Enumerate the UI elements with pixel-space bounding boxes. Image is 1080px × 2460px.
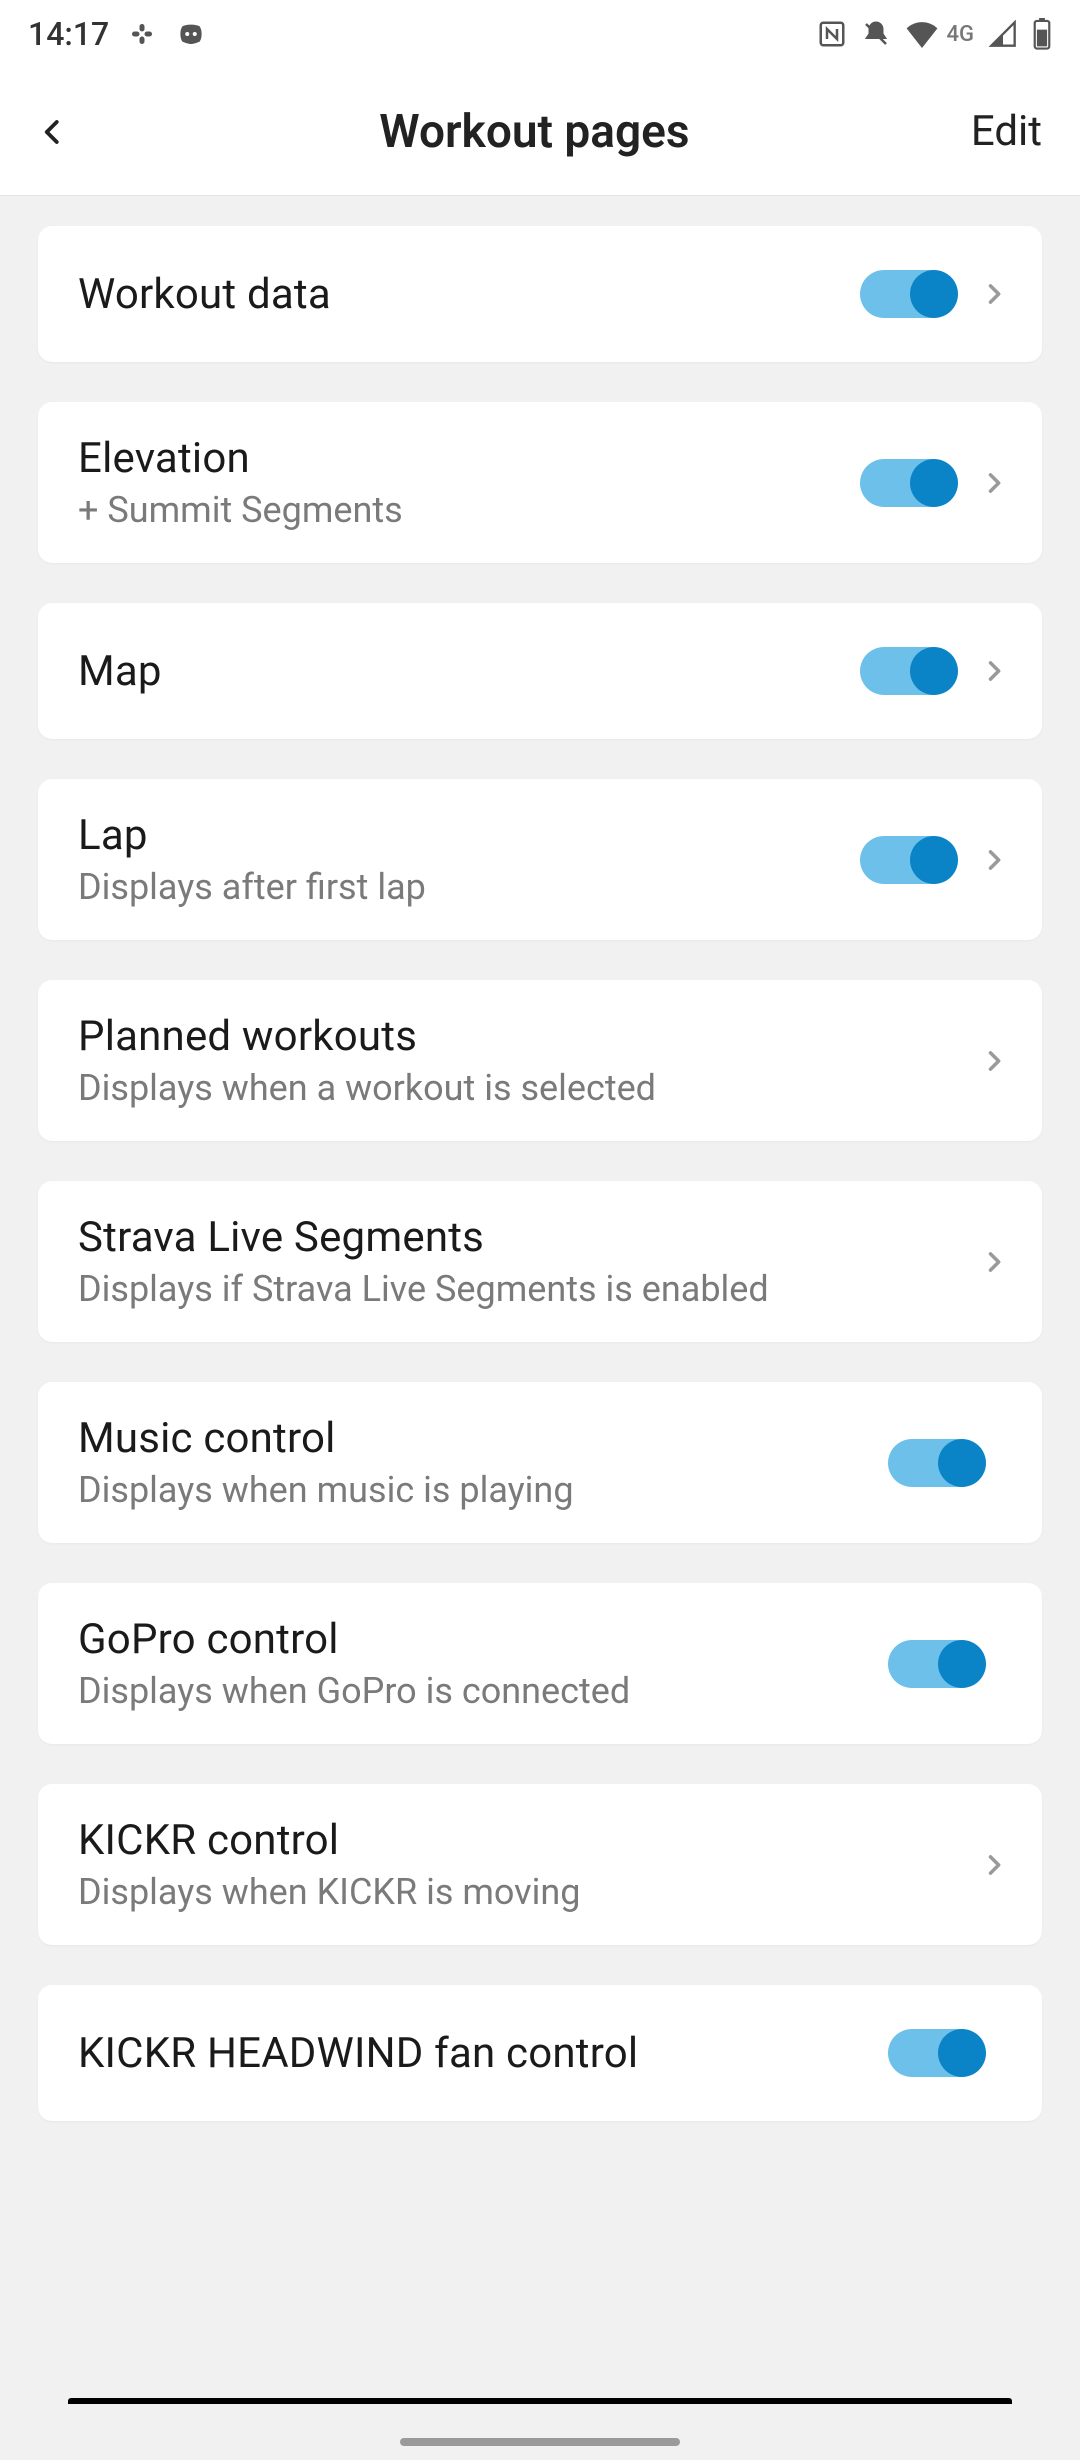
item-text: GoPro control Displays when GoPro is conn… <box>78 1615 888 1712</box>
list-item[interactable]: Planned workouts Displays when a workout … <box>38 980 1042 1141</box>
item-text: Planned workouts Displays when a workout … <box>78 1012 980 1109</box>
item-text: KICKR HEADWIND fan control <box>78 2029 888 2078</box>
item-title: KICKR control <box>78 1816 980 1865</box>
list-item[interactable]: Map <box>38 603 1042 739</box>
nfc-icon <box>817 19 847 49</box>
item-subtitle: Displays after first lap <box>78 866 860 908</box>
item-subtitle: + Summit Segments <box>78 489 860 531</box>
chevron-right-icon <box>980 280 1008 308</box>
toggle-switch[interactable] <box>860 270 954 318</box>
item-text: Music control Displays when music is play… <box>78 1414 888 1511</box>
back-button[interactable] <box>38 109 98 155</box>
list-item[interactable]: KICKR HEADWIND fan control <box>38 1985 1042 2121</box>
item-subtitle: Displays when KICKR is moving <box>78 1871 980 1913</box>
status-time: 14:17 <box>28 15 109 53</box>
discord-icon <box>175 19 207 49</box>
item-title: Strava Live Segments <box>78 1213 980 1262</box>
signal-icon <box>988 20 1018 48</box>
chevron-right-icon <box>980 846 1008 874</box>
chevron-right-icon <box>980 1851 1008 1879</box>
list-item[interactable]: KICKR control Displays when KICKR is movi… <box>38 1784 1042 1945</box>
item-title: Planned workouts <box>78 1012 980 1061</box>
toggle-switch[interactable] <box>888 1439 982 1487</box>
app-bar: Workout pages Edit <box>0 68 1080 196</box>
item-title: Workout data <box>78 270 860 319</box>
list-item[interactable]: Elevation + Summit Segments <box>38 402 1042 563</box>
item-subtitle: Displays when a workout is selected <box>78 1067 980 1109</box>
toggle-switch[interactable] <box>860 836 954 884</box>
settings-list: Workout data Elevation + Summit Segments Ma… <box>0 196 1080 2151</box>
item-text: Elevation + Summit Segments <box>78 434 860 531</box>
network-label: 4G <box>947 22 975 47</box>
list-item[interactable]: Strava Live Segments Displays if Strava L… <box>38 1181 1042 1342</box>
item-title: GoPro control <box>78 1615 888 1664</box>
chevron-right-icon <box>980 1047 1008 1075</box>
status-bar: 14:17 4G <box>0 0 1080 68</box>
list-item[interactable]: Music control Displays when music is play… <box>38 1382 1042 1543</box>
slack-icon <box>127 19 157 49</box>
item-text: Workout data <box>78 270 860 319</box>
toggle-switch[interactable] <box>860 459 954 507</box>
chevron-left-icon <box>38 109 68 155</box>
home-indicator <box>400 2438 680 2446</box>
page-title: Workout pages <box>98 105 971 159</box>
toggle-switch[interactable] <box>860 647 954 695</box>
partial-card-edge <box>68 2398 1012 2404</box>
chevron-right-icon <box>980 469 1008 497</box>
item-subtitle: Displays when GoPro is connected <box>78 1670 888 1712</box>
list-item[interactable]: GoPro control Displays when GoPro is conn… <box>38 1583 1042 1744</box>
item-title: Lap <box>78 811 860 860</box>
item-title: Elevation <box>78 434 860 483</box>
item-text: Map <box>78 647 860 696</box>
item-title: Map <box>78 647 860 696</box>
edit-button[interactable]: Edit <box>971 107 1042 156</box>
item-text: KICKR control Displays when KICKR is movi… <box>78 1816 980 1913</box>
status-left: 14:17 <box>28 15 207 53</box>
list-item[interactable]: Lap Displays after first lap <box>38 779 1042 940</box>
item-title: Music control <box>78 1414 888 1463</box>
chevron-right-icon <box>980 657 1008 685</box>
mute-icon <box>861 19 891 49</box>
item-text: Strava Live Segments Displays if Strava L… <box>78 1213 980 1310</box>
chevron-right-icon <box>980 1248 1008 1276</box>
list-item[interactable]: Workout data <box>38 226 1042 362</box>
item-text: Lap Displays after first lap <box>78 811 860 908</box>
toggle-switch[interactable] <box>888 1640 982 1688</box>
item-subtitle: Displays if Strava Live Segments is enab… <box>78 1268 980 1310</box>
battery-icon <box>1032 18 1052 50</box>
wifi-icon <box>905 20 939 48</box>
item-title: KICKR HEADWIND fan control <box>78 2029 888 2078</box>
status-right: 4G <box>817 18 1053 50</box>
item-subtitle: Displays when music is playing <box>78 1469 888 1511</box>
toggle-switch[interactable] <box>888 2029 982 2077</box>
